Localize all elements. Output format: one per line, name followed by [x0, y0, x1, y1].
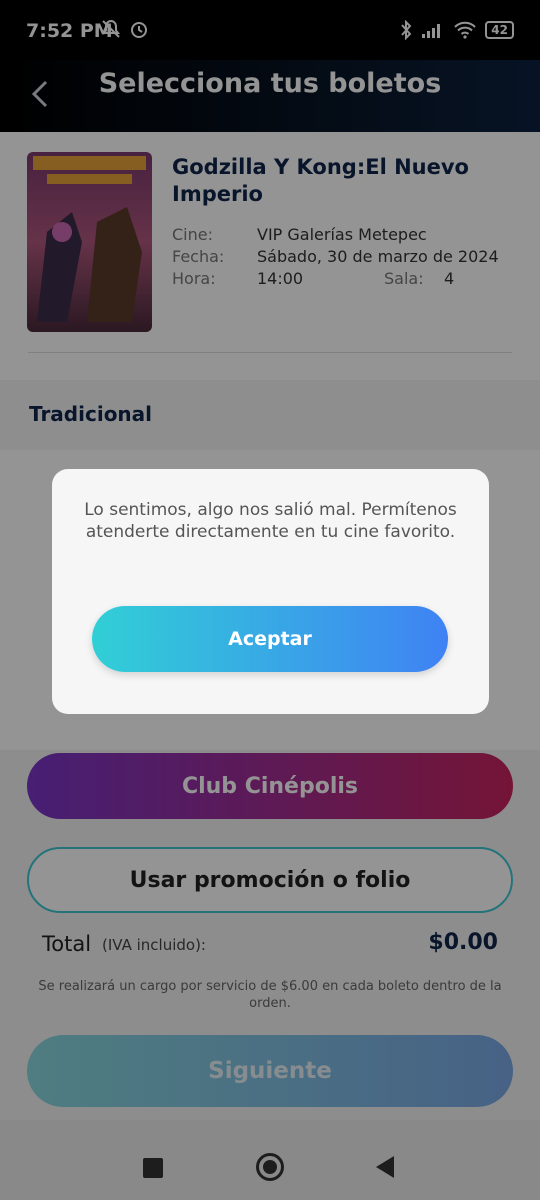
error-dialog: Lo sentimos, algo nos salió mal. Permíte…: [52, 469, 489, 714]
dialog-message: Lo sentimos, algo nos salió mal. Permíte…: [84, 500, 457, 542]
accept-button[interactable]: Aceptar: [92, 606, 448, 672]
